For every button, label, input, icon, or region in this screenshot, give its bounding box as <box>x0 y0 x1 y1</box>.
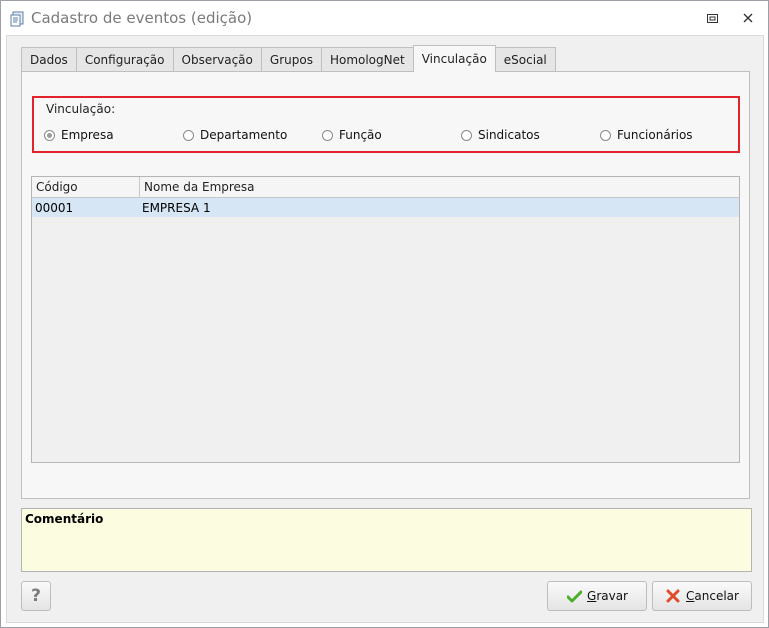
check-icon <box>566 588 582 604</box>
radio-empresa[interactable]: Empresa <box>44 128 114 142</box>
table-row[interactable]: 00001 EMPRESA 1 <box>32 198 739 217</box>
column-header-label: Nome da Empresa <box>144 180 255 194</box>
radio-funcionarios[interactable]: Funcionários <box>600 128 693 142</box>
title-bar[interactable]: Cadastro de eventos (edição) <box>1 1 768 35</box>
grid-header: Código Nome da Empresa <box>32 177 739 198</box>
tab-label: Observação <box>181 52 253 67</box>
comment-label: Comentário <box>25 512 104 526</box>
tab-observacao[interactable]: Observação <box>172 47 262 71</box>
vinculacao-group: Vinculação: Empresa Departamento Função … <box>32 96 740 153</box>
tab-homolognet[interactable]: HomologNet <box>320 47 414 71</box>
help-button[interactable]: ? <box>21 581 51 611</box>
column-header-codigo[interactable]: Código <box>32 177 140 197</box>
cancelar-label: Cancelar <box>686 589 739 603</box>
radio-circle[interactable] <box>600 129 611 141</box>
tab-label: Dados <box>30 52 68 67</box>
restore-icon[interactable] <box>701 10 723 26</box>
tab-label: Configuração <box>84 52 165 67</box>
gravar-label: Gravar <box>587 589 628 603</box>
tab-grupos[interactable]: Grupos <box>260 47 322 71</box>
comment-field[interactable]: Comentário <box>21 508 752 572</box>
cancelar-button[interactable]: Cancelar <box>652 581 752 611</box>
tab-configuracao[interactable]: Configuração <box>75 47 174 71</box>
tab-label: eSocial <box>503 52 547 67</box>
tab-label: HomologNet <box>329 52 405 67</box>
tab-label: Vinculação <box>421 52 487 66</box>
tab-vinculacao[interactable]: Vinculação <box>412 45 496 72</box>
tab-strip: Dados Configuração Observação Grupos Hom… <box>21 45 556 72</box>
gravar-button[interactable]: Gravar <box>547 581 647 611</box>
radio-circle[interactable] <box>461 129 472 141</box>
radio-circle[interactable] <box>322 129 333 141</box>
dialog-window: Cadastro de eventos (edição) Dados Confi… <box>0 0 769 628</box>
cell-codigo[interactable]: 00001 <box>32 198 140 217</box>
tab-label: Grupos <box>269 52 313 67</box>
radio-label-sindicatos: Sindicatos <box>478 128 540 142</box>
help-icon: ? <box>31 586 41 606</box>
radio-circle[interactable] <box>183 129 194 141</box>
close-icon[interactable] <box>737 10 759 26</box>
radio-label-empresa: Empresa <box>61 128 114 142</box>
tab-dados[interactable]: Dados <box>21 47 77 71</box>
tab-esocial[interactable]: eSocial <box>494 47 556 71</box>
cancel-x-icon <box>665 588 681 604</box>
radio-label-funcao: Função <box>339 128 382 142</box>
radio-circle-checked[interactable] <box>44 129 55 141</box>
empresa-grid[interactable]: Código Nome da Empresa 00001 EMPRESA 1 <box>31 176 740 463</box>
window-title: Cadastro de eventos (edição) <box>31 9 253 27</box>
radio-label-funcionarios: Funcionários <box>617 128 693 142</box>
radio-funcao[interactable]: Função <box>322 128 382 142</box>
radio-sindicatos[interactable]: Sindicatos <box>461 128 540 142</box>
radio-label-departamento: Departamento <box>200 128 288 142</box>
cell-nome-empresa[interactable]: EMPRESA 1 <box>140 198 739 217</box>
app-icon <box>9 11 25 27</box>
radio-departamento[interactable]: Departamento <box>183 128 287 142</box>
vinculacao-group-label: Vinculação: <box>46 102 116 116</box>
column-header-label: Código <box>36 180 78 194</box>
column-header-nome-empresa[interactable]: Nome da Empresa <box>140 177 739 197</box>
